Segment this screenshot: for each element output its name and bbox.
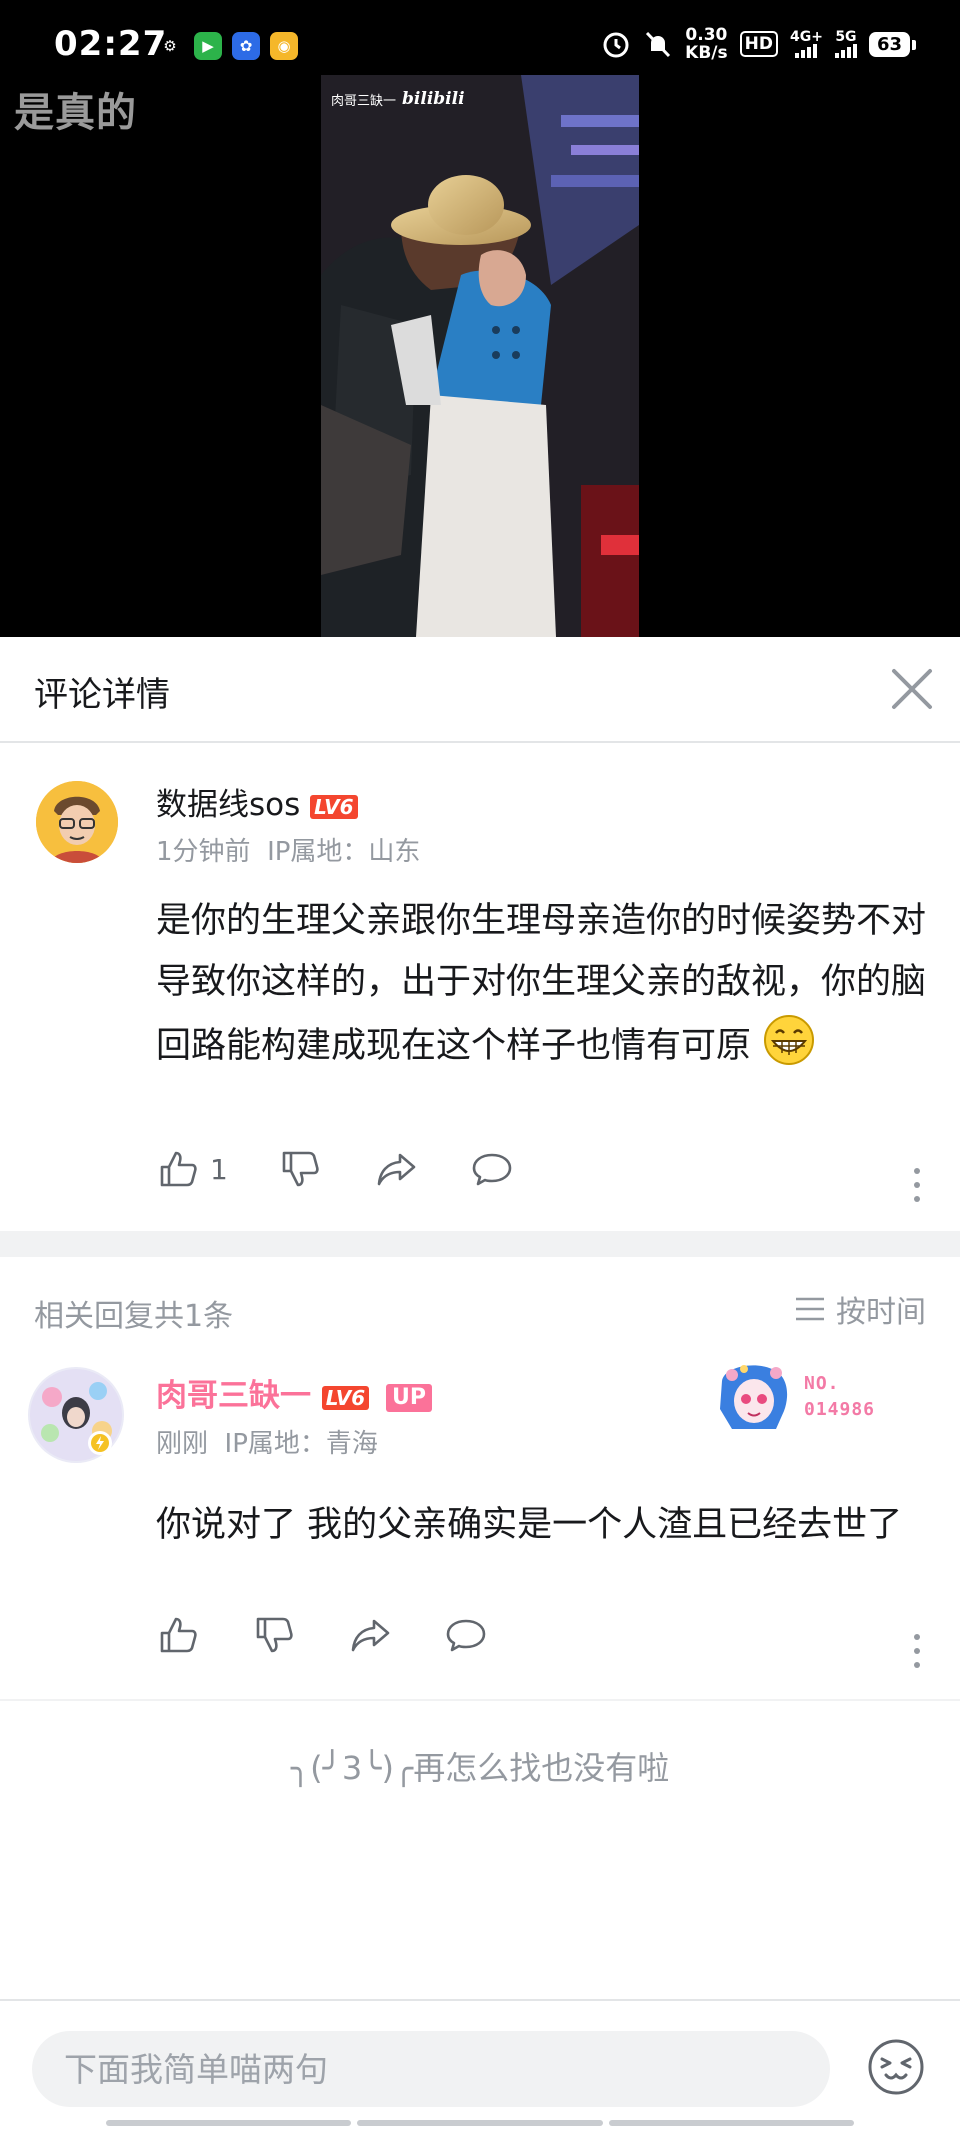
grin-emoji-icon: [764, 1015, 815, 1065]
user-avatar-image: [36, 781, 118, 863]
fan-badge-character-icon: [720, 1365, 788, 1429]
reply-ip: IP属地：青海: [224, 1429, 378, 1459]
reply-meta: 刚刚 IP属地：青海: [156, 1423, 378, 1460]
paw-app-icon: ✿: [232, 32, 260, 60]
row-divider: [0, 1699, 960, 1701]
fan-badge-number: 014986: [804, 1399, 876, 1420]
alarm-icon: [603, 32, 629, 58]
battery-indicator: 63: [868, 31, 917, 57]
net-speed-value: 0.30: [685, 25, 728, 45]
video-watermark: 肉哥三缺一 bilibili: [331, 89, 465, 109]
video-overlay-caption: 是真的: [14, 90, 137, 136]
video-player[interactable]: 02:27 ⚙ ▶ ✿ ◉ 0.30 KB/s HD 4G+ 5G 63 是真的…: [0, 0, 960, 637]
dislike-button[interactable]: [278, 1147, 374, 1191]
level-badge: LV6: [310, 794, 358, 819]
sim1-signal: 4G+: [790, 30, 823, 58]
net-speed: 0.30 KB/s: [685, 26, 727, 62]
panel-title: 评论详情: [34, 675, 170, 715]
uploader-avatar-image: [30, 1369, 122, 1461]
like-count: 1: [210, 1152, 228, 1186]
fan-badge[interactable]: NO. 014986: [714, 1361, 875, 1433]
hd-indicator: HD: [739, 31, 778, 57]
share-button[interactable]: [374, 1147, 470, 1191]
panel-header: 评论详情: [0, 637, 960, 743]
comment-input[interactable]: [32, 2031, 830, 2107]
sim2-network-label: 5G: [835, 29, 857, 45]
reply-button[interactable]: [470, 1147, 566, 1191]
comment-actions: 1: [156, 1147, 566, 1191]
status-time: 02:27: [54, 24, 168, 64]
status-right-group: 0.30 KB/s HD 4G+ 5G 63: [601, 26, 917, 62]
signal-bars-icon: [795, 44, 818, 58]
speech-bubble-icon: [446, 1619, 486, 1652]
sim2-signal: 5G: [834, 29, 857, 58]
reply-author[interactable]: 肉哥三缺一 LV6 UP: [156, 1370, 432, 1415]
video-frame[interactable]: 肉哥三缺一 bilibili: [321, 75, 639, 637]
thumbs-up-icon: [160, 1151, 197, 1187]
like-button[interactable]: 1: [156, 1147, 278, 1191]
share-button[interactable]: [348, 1613, 444, 1657]
comment-detail-panel: 评论详情 数据线sos LV6 1分钟前 IP属地：山东 是你的生理父亲跟你生理…: [0, 637, 960, 2133]
reply-body: 你说对了 我的父亲确实是一个人渣且已经去世了: [156, 1505, 903, 1545]
comment-ip: IP属地：山东: [267, 837, 421, 867]
replies-count-heading: 相关回复共1条: [34, 1299, 234, 1334]
reply-actions: [156, 1613, 540, 1657]
share-arrow-icon: [351, 1619, 390, 1652]
close-icon[interactable]: [884, 661, 940, 717]
comment-author-name[interactable]: 数据线sos: [156, 787, 300, 823]
comment-composer-bar: [0, 1999, 960, 2133]
reply-button[interactable]: [444, 1613, 540, 1657]
settings-gear-icon: ⚙: [163, 37, 177, 55]
bilibili-logo: bilibili: [402, 89, 465, 109]
comment-body: 是你的生理父亲跟你生理母亲造你的时候姿势不对导致你这样的，出于对你生理父亲的敌视…: [156, 891, 926, 1077]
comment-time: 1分钟前: [156, 837, 251, 867]
up-tag-badge: UP: [385, 1383, 432, 1412]
net-speed-unit: KB/s: [685, 43, 728, 63]
watermark-author: 肉哥三缺一: [331, 93, 397, 109]
level-badge: LV6: [321, 1385, 370, 1410]
reply-time: 刚刚: [156, 1429, 209, 1459]
status-app-icons: ⚙ ▶ ✿ ◉: [156, 32, 298, 60]
share-arrow-icon: [377, 1153, 416, 1186]
reply-author-name[interactable]: 肉哥三缺一: [156, 1378, 311, 1414]
signal-bars-icon: [834, 44, 857, 58]
comment-author[interactable]: 数据线sos LV6: [156, 779, 358, 824]
thumbs-down-icon: [282, 1151, 319, 1187]
more-vertical-icon[interactable]: [912, 1165, 922, 1205]
emoji-face-icon[interactable]: [866, 2037, 926, 2097]
mute-bell-icon: [646, 31, 671, 58]
video-app-icon: ▶: [194, 32, 222, 60]
more-vertical-icon[interactable]: [912, 1631, 922, 1671]
tv-app-icon: ◉: [270, 32, 298, 60]
avatar[interactable]: [36, 781, 118, 863]
sort-by-time-button[interactable]: 按时间: [794, 1287, 926, 1331]
thumbs-up-icon: [160, 1617, 197, 1653]
like-button[interactable]: [156, 1613, 252, 1657]
thumbs-down-icon: [256, 1617, 293, 1653]
dislike-button[interactable]: [252, 1613, 348, 1657]
video-still-image: [321, 75, 639, 637]
gesture-indicator: [106, 2120, 854, 2126]
comment-meta: 1分钟前 IP属地：山东: [156, 831, 420, 868]
sort-label: 按时间: [836, 1295, 926, 1330]
sort-lines-icon: [796, 1297, 824, 1321]
section-divider: [0, 1231, 960, 1257]
end-of-list-note: ╮(╯3╰)╭再怎么找也没有啦: [290, 1749, 670, 1787]
speech-bubble-icon: [472, 1153, 512, 1186]
fan-badge-text: NO. 014986: [804, 1371, 875, 1423]
fan-badge-no-label: NO.: [804, 1373, 840, 1394]
avatar[interactable]: [28, 1367, 124, 1463]
sim1-network-label: 4G+: [789, 29, 823, 45]
